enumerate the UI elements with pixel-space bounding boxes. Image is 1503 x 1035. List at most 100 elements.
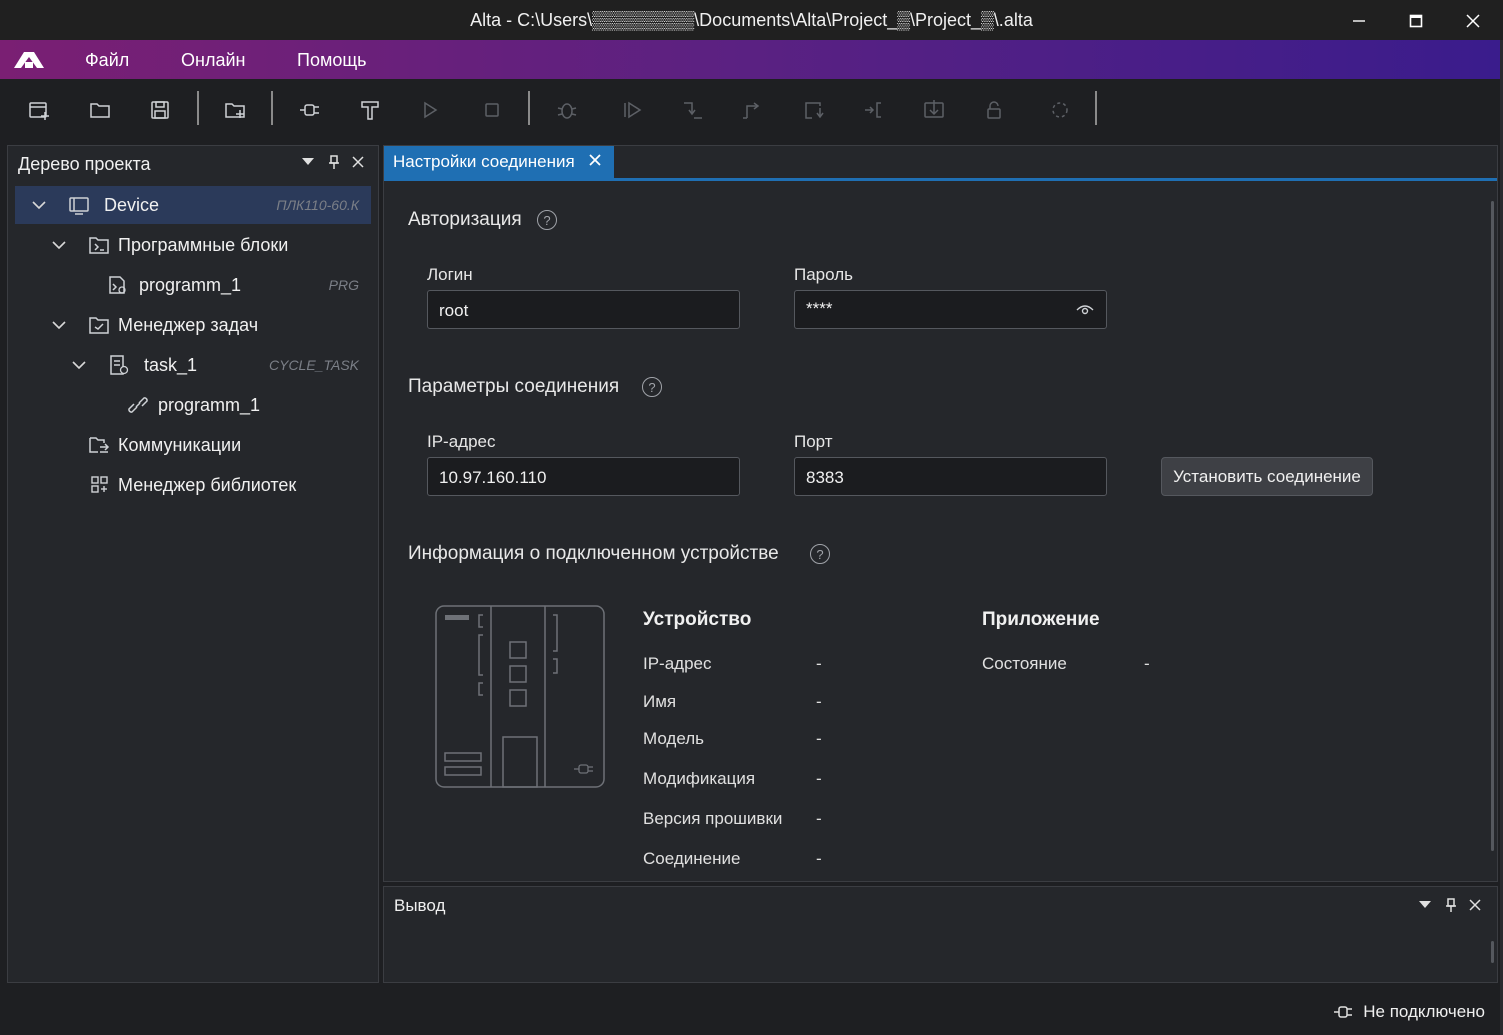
chevron-down-icon[interactable] <box>50 236 68 254</box>
link-icon <box>128 397 148 413</box>
editor-area: Настройки соединения Авторизация ? Логин… <box>383 145 1498 882</box>
close-window-button[interactable] <box>1450 6 1496 36</box>
step-return-button[interactable] <box>799 95 829 125</box>
tree-item-label: Программные блоки <box>118 235 289 255</box>
chevron-down-icon[interactable] <box>50 316 68 334</box>
login-field[interactable]: root <box>427 290 740 329</box>
auth-section-title: Авторизация <box>408 209 522 230</box>
tree-item-programm-1[interactable]: programm_1 PRG <box>15 266 371 304</box>
connection-status: Не подключено <box>1363 1002 1485 1021</box>
debug-button[interactable] <box>552 95 582 125</box>
port-value: 8383 <box>806 468 844 487</box>
run-icon <box>424 101 438 119</box>
connect-plug-icon <box>300 104 319 116</box>
step-into-icon <box>624 101 642 119</box>
info-ip-label: IP-адрес <box>643 654 712 673</box>
breakpoint-button[interactable] <box>860 95 890 125</box>
menu-file[interactable]: Файл <box>85 50 129 71</box>
help-icon[interactable]: ? <box>537 210 557 230</box>
close-icon <box>1466 14 1480 28</box>
new-project-button[interactable] <box>24 95 54 125</box>
chevron-down-icon[interactable] <box>30 196 48 214</box>
communications-icon <box>89 437 110 453</box>
run-button[interactable] <box>415 95 445 125</box>
task-icon <box>110 355 129 375</box>
panel-pin-button[interactable] <box>1441 895 1461 915</box>
help-icon[interactable]: ? <box>642 377 662 397</box>
info-section-title: Информация о подключенном устройстве <box>408 543 779 564</box>
triangle-down-icon <box>1419 901 1431 908</box>
tree-item-task-manager[interactable]: Менеджер задач <box>15 306 371 344</box>
panel-close-button[interactable] <box>1465 895 1485 915</box>
help-icon[interactable]: ? <box>810 544 830 564</box>
tab-label: Настройки соединения <box>393 152 575 171</box>
tree-item-label: Менеджер задач <box>118 315 259 335</box>
tree-item-device[interactable]: Device ПЛК110-60.К <box>15 186 371 224</box>
info-model-value: - <box>816 729 822 748</box>
tree-item-program-blocks[interactable]: Программные блоки <box>15 226 371 264</box>
connect-button[interactable]: Установить соединение <box>1161 457 1373 496</box>
unlock-button[interactable] <box>979 95 1009 125</box>
output-panel: Вывод <box>383 886 1498 983</box>
unlock-icon <box>987 101 1001 119</box>
open-project-button[interactable] <box>85 95 115 125</box>
tree-item-communications[interactable]: Коммуникации <box>15 426 371 464</box>
triangle-down-icon <box>302 158 314 165</box>
toolbar-separator <box>528 91 530 125</box>
ip-address-field[interactable]: 10.97.160.110 <box>427 457 740 496</box>
library-manager-icon <box>91 476 108 493</box>
pin-icon <box>1446 898 1456 912</box>
tab-close-button[interactable] <box>588 151 602 172</box>
port-field[interactable]: 8383 <box>794 457 1107 496</box>
build-button[interactable] <box>355 95 385 125</box>
download-icon <box>924 100 944 118</box>
build-icon <box>361 101 379 120</box>
close-icon <box>1469 899 1481 911</box>
menu-online[interactable]: Онлайн <box>181 50 245 71</box>
step-over-button[interactable] <box>677 95 707 125</box>
project-tree-panel: Дерево проекта Device ПЛК110-60.К Програ… <box>7 145 379 983</box>
program-blocks-icon <box>89 237 109 254</box>
breakpoint-icon <box>865 102 881 118</box>
add-device-button[interactable] <box>220 95 250 125</box>
device-heading: Устройство <box>643 609 752 630</box>
output-title: Вывод <box>394 896 446 915</box>
minimize-button[interactable] <box>1336 6 1382 36</box>
step-out-icon <box>743 102 760 119</box>
tree-item-label: Менеджер библиотек <box>118 475 297 495</box>
download-button[interactable] <box>919 95 949 125</box>
step-into-button[interactable] <box>617 95 647 125</box>
toolbar-separator <box>197 91 199 125</box>
maximize-button[interactable] <box>1393 6 1439 36</box>
eye-icon[interactable] <box>1076 303 1094 317</box>
tab-connection-settings[interactable]: Настройки соединения <box>384 146 614 178</box>
minimize-icon <box>1353 20 1365 22</box>
project-tree-title: Дерево проекта <box>18 154 151 174</box>
save-button[interactable] <box>145 95 175 125</box>
panel-pin-button[interactable] <box>324 152 344 172</box>
task-manager-icon <box>89 317 109 334</box>
output-scrollbar[interactable] <box>1491 941 1494 963</box>
panel-close-button[interactable] <box>348 152 368 172</box>
maximize-icon <box>1409 14 1423 28</box>
panel-menu-button[interactable] <box>298 152 318 172</box>
stop-button[interactable] <box>477 95 507 125</box>
info-connection-value: - <box>816 849 822 868</box>
password-value: **** <box>806 299 833 318</box>
loading-icon <box>1052 102 1068 118</box>
tree-item-programm-1-link[interactable]: programm_1 <box>15 386 371 424</box>
step-out-button[interactable] <box>738 95 768 125</box>
editor-scrollbar[interactable] <box>1491 201 1494 851</box>
panel-menu-button[interactable] <box>1415 895 1435 915</box>
debug-icon <box>557 103 577 119</box>
chevron-down-icon[interactable] <box>70 356 88 374</box>
disconnected-plug-icon <box>1334 1006 1352 1018</box>
info-firmware-label: Версия прошивки <box>643 809 783 828</box>
tree-item-label: Коммуникации <box>118 435 242 455</box>
menu-help[interactable]: Помощь <box>297 50 367 71</box>
password-field[interactable]: **** <box>794 290 1107 329</box>
project-tree-header: Дерево проекта <box>8 146 378 180</box>
connect-button[interactable] <box>295 95 325 125</box>
tree-item-library-manager[interactable]: Менеджер библиотек <box>15 466 371 504</box>
tree-item-task-1[interactable]: task_1 CYCLE_TASK <box>15 346 371 384</box>
